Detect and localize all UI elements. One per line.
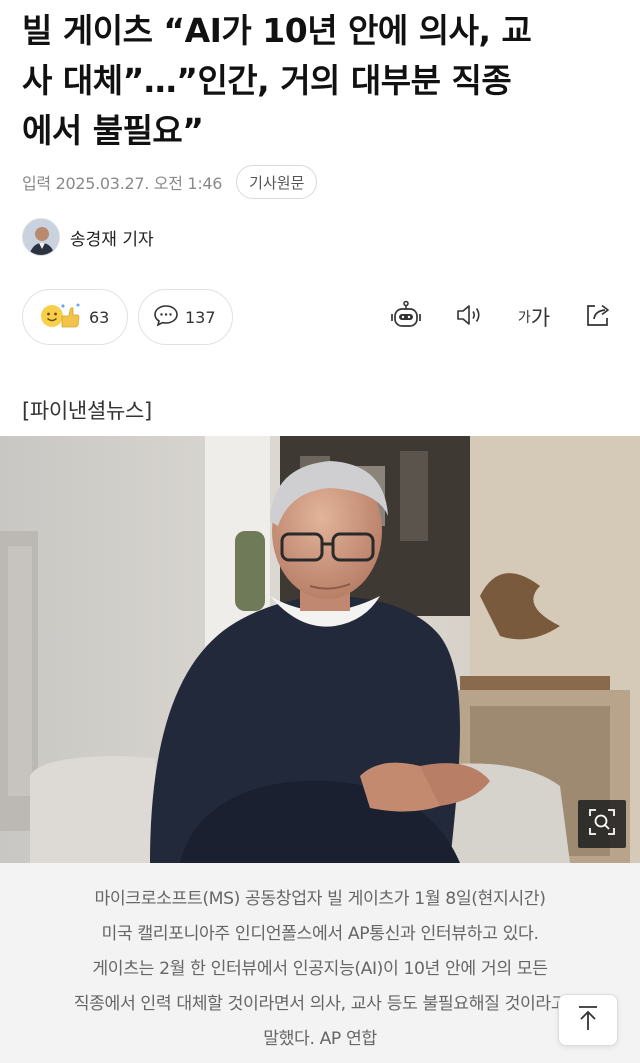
article-headline: 빌 게이츠 “AI가 10년 안에 의사, 교 사 대체”…”인간, 거의 대부… xyxy=(22,6,622,156)
photo-zoom-button[interactable] xyxy=(578,800,626,848)
article-source: [파이낸셜뉴스] xyxy=(22,399,152,423)
comment-button[interactable]: 137 xyxy=(138,289,233,345)
caption-line-1: 마이크로소프트(MS) 공동창업자 빌 게이츠가 1월 8일(현지시간) xyxy=(94,889,546,909)
speaker-icon xyxy=(455,302,485,332)
font-size-small-label: 가 xyxy=(517,310,531,326)
reporter-name: 송경재 기자 xyxy=(70,229,154,250)
zoom-search-icon xyxy=(587,807,617,841)
reaction-emoji-icon xyxy=(39,300,83,334)
arrow-up-icon xyxy=(576,1004,600,1036)
caption-line-2: 미국 캘리포니아주 인디언폴스에서 AP통신과 인터뷰하고 있다. xyxy=(101,924,539,944)
caption-line-3: 게이츠는 2월 한 인터뷰에서 인공지능(AI)이 10년 안에 거의 모든 xyxy=(92,959,548,979)
original-article-button[interactable]: 기사원문 xyxy=(236,165,318,199)
headline-line-3: 에서 불필요” xyxy=(22,111,204,150)
article-meta: 입력 2025.03.27. 오전 1:46 기사원문 xyxy=(22,165,318,199)
share-icon xyxy=(583,301,613,333)
photo-caption-box: 마이크로소프트(MS) 공동창업자 빌 게이츠가 1월 8일(현지시간) 미국 … xyxy=(0,863,640,1063)
speech-bubble-icon xyxy=(153,303,179,331)
scroll-top-button[interactable] xyxy=(558,994,618,1046)
font-size-button[interactable]: 가가 xyxy=(516,299,552,335)
article-photo[interactable] xyxy=(0,436,640,863)
reporter-info[interactable]: 송경재 기자 xyxy=(22,218,154,256)
caption-line-5: 말했다. AP 연합 xyxy=(263,1029,377,1049)
comment-count: 137 xyxy=(185,307,216,327)
reaction-count: 63 xyxy=(89,307,110,327)
photo-caption: 마이크로소프트(MS) 공동창업자 빌 게이츠가 1월 8일(현지시간) 미국 … xyxy=(30,882,610,1057)
article-actions: 63 137 가 가 xyxy=(22,289,622,345)
robot-summary-icon xyxy=(389,300,423,334)
summary-bot-button[interactable] xyxy=(388,299,424,335)
article-date: 입력 2025.03.27. 오전 1:46 xyxy=(22,174,223,193)
headline-line-1: 빌 게이츠 “AI가 10년 안에 의사, 교 xyxy=(22,11,532,50)
listen-button[interactable] xyxy=(452,299,488,335)
share-button[interactable] xyxy=(580,299,616,335)
caption-line-4: 직종에서 인력 대체할 것이라면서 의사, 교사 등도 불필요해질 것이라고 xyxy=(73,994,567,1014)
headline-line-2: 사 대체”…”인간, 거의 대부분 직종 xyxy=(22,61,512,100)
reporter-avatar xyxy=(22,218,60,256)
reaction-button[interactable]: 63 xyxy=(22,289,128,345)
font-size-big-label: 가 xyxy=(530,306,551,330)
